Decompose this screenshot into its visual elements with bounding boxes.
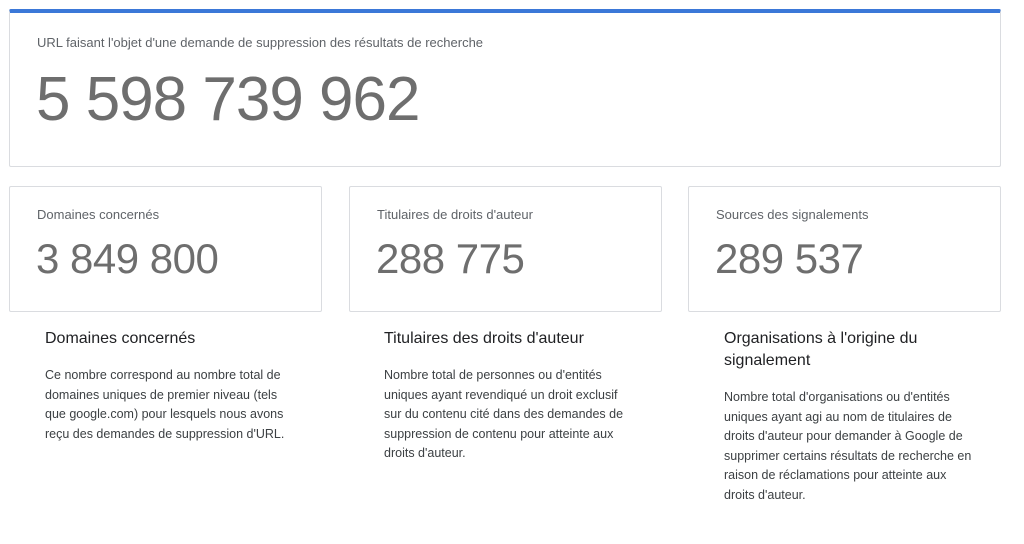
- domains-card: Domaines concernés 3 849 800: [9, 186, 322, 312]
- total-urls-label: URL faisant l'objet d'une demande de sup…: [37, 35, 484, 50]
- total-urls-card: URL faisant l'objet d'une demande de sup…: [9, 9, 1001, 167]
- reporting-sources-value: 289 537: [715, 235, 864, 282]
- reporting-organizations-description-title: Organisations à l'origine du signalement: [724, 330, 918, 369]
- copyright-owners-description-title: Titulaires des droits d'auteur: [384, 330, 584, 347]
- copyright-owners-description: Titulaires des droits d'auteur Nombre to…: [384, 328, 634, 464]
- copyright-owners-card: Titulaires de droits d'auteur 288 775: [349, 186, 662, 312]
- reporting-organizations-description: Organisations à l'origine du signalement…: [724, 328, 974, 505]
- transparency-stats-page: URL faisant l'objet d'une demande de sup…: [0, 0, 1024, 544]
- domains-description-body: Ce nombre correspond au nombre total de …: [45, 368, 285, 441]
- total-urls-value: 5 598 739 962: [36, 65, 420, 134]
- reporting-sources-label: Sources des signalements: [716, 207, 869, 222]
- copyright-owners-value: 288 775: [376, 235, 525, 282]
- reporting-organizations-description-body: Nombre total d'organisations ou d'entité…: [724, 390, 972, 502]
- domains-label: Domaines concernés: [37, 207, 160, 222]
- reporting-sources-card: Sources des signalements 289 537: [688, 186, 1001, 312]
- domains-description-title: Domaines concernés: [45, 330, 196, 347]
- copyright-owners-label: Titulaires de droits d'auteur: [377, 207, 533, 222]
- domains-description: Domaines concernés Ce nombre correspond …: [45, 328, 295, 444]
- copyright-owners-description-body: Nombre total de personnes ou d'entités u…: [384, 368, 624, 460]
- domains-value: 3 849 800: [36, 235, 219, 282]
